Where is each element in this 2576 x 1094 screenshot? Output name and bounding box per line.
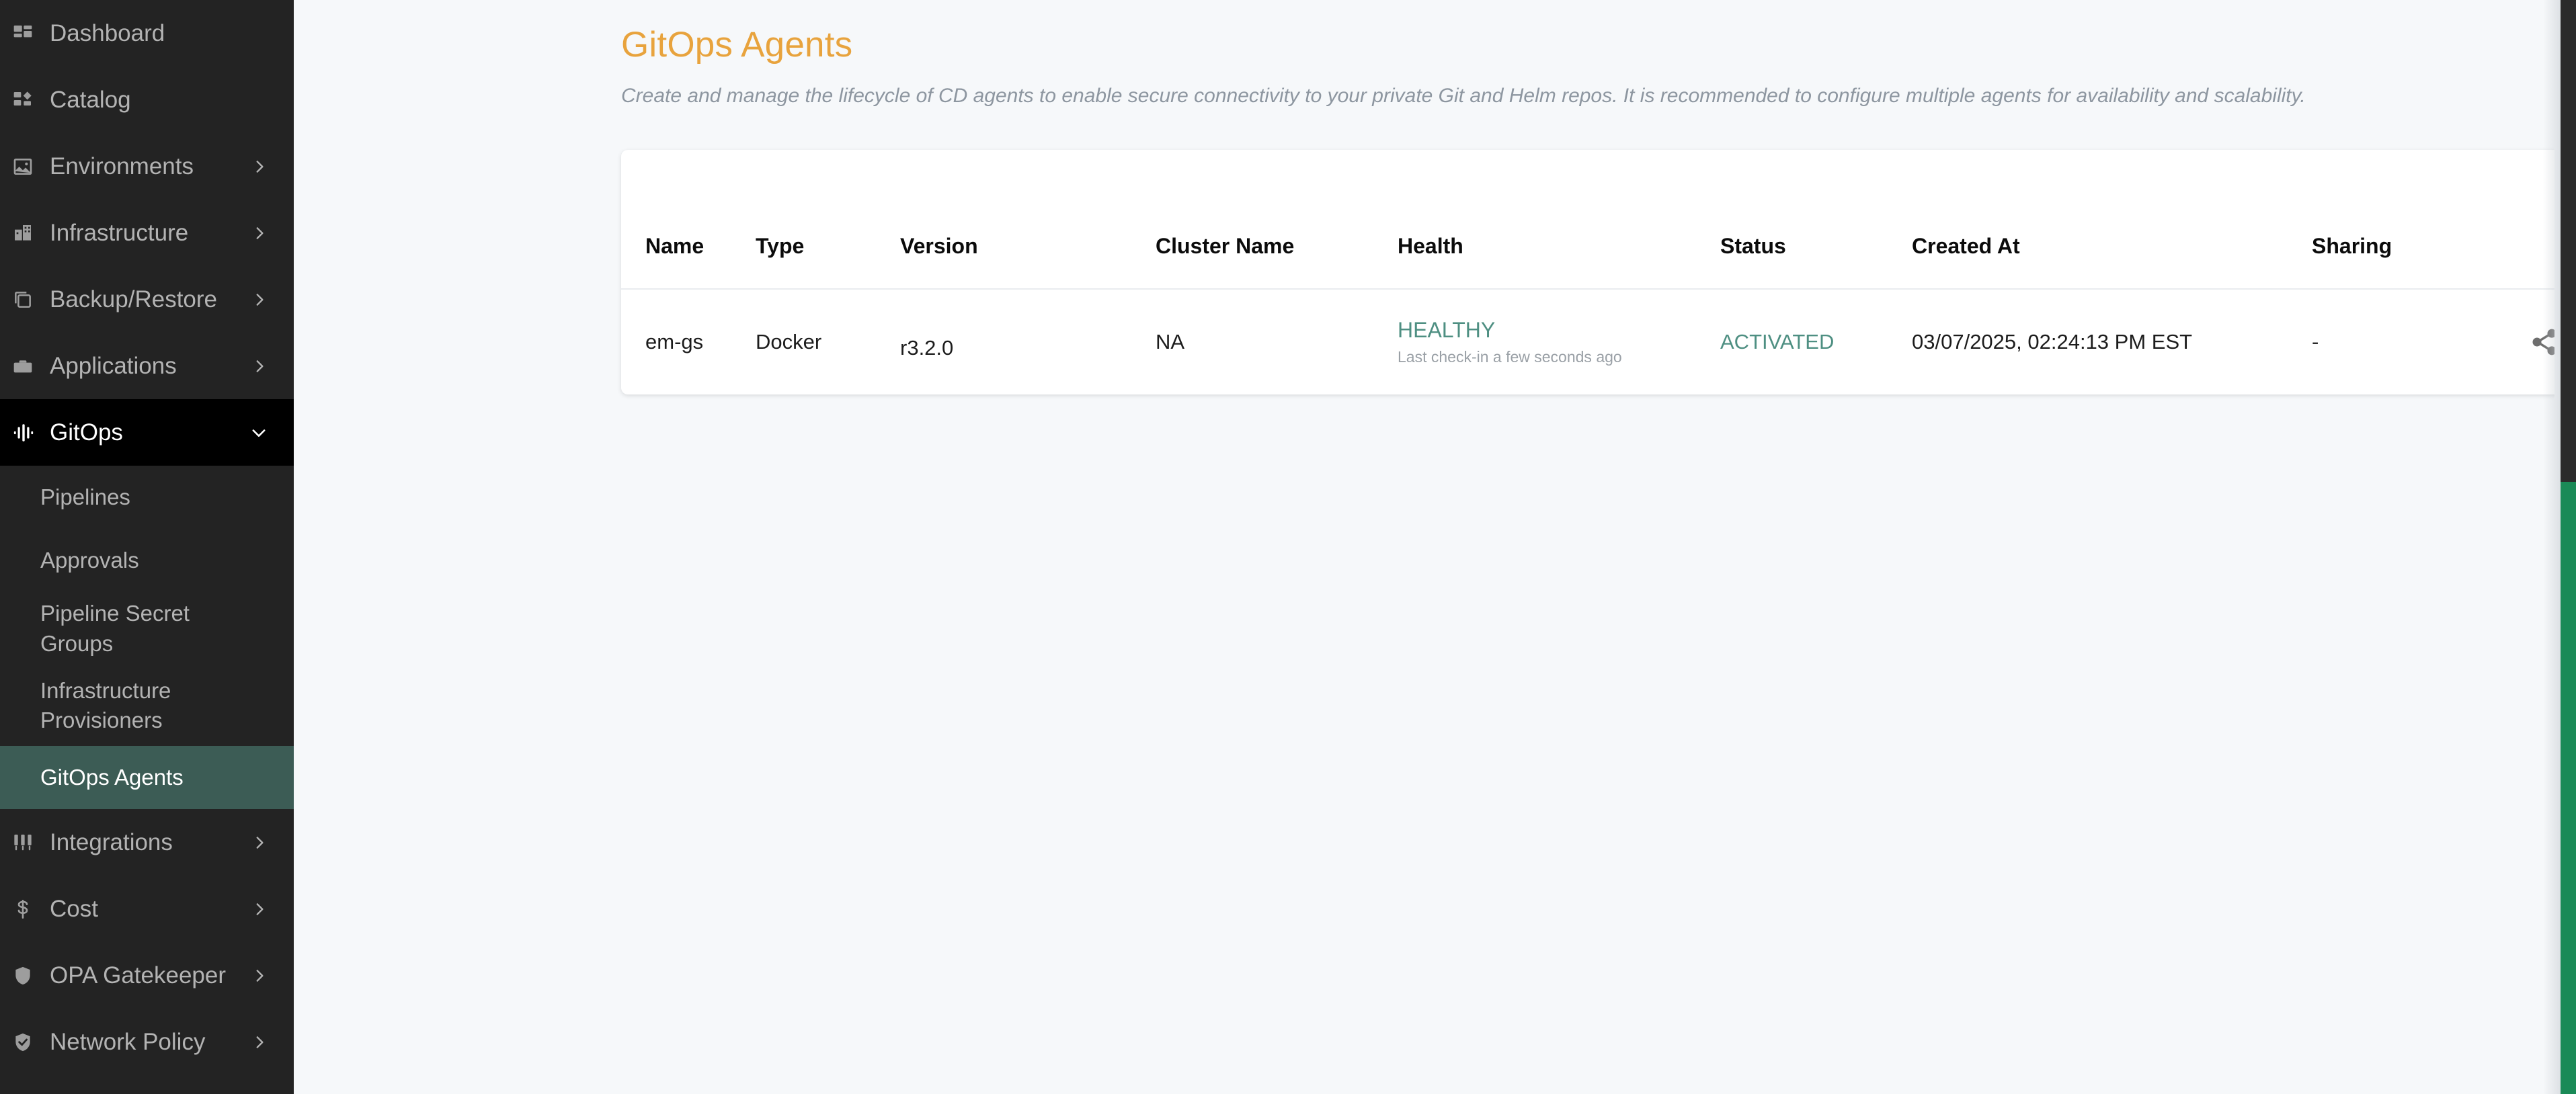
sidebar-item-label: Integrations <box>50 829 173 855</box>
cell-cluster-name: NA <box>1156 330 1185 353</box>
sidebar-item-label: Environments <box>50 153 194 179</box>
sidebar-item-applications[interactable]: Applications <box>0 333 294 399</box>
gitops-icon <box>12 421 50 444</box>
sidebar-item-environments[interactable]: Environments <box>0 133 294 200</box>
chevron-right-icon <box>251 900 268 918</box>
sharing-value: - <box>2312 330 2319 353</box>
infrastructure-icon <box>12 222 50 244</box>
sidebar-item-label: Network Policy <box>50 1028 206 1055</box>
scrollbar-track[interactable] <box>2561 482 2576 1094</box>
rail-shadow <box>2543 0 2561 1094</box>
column-header-status[interactable]: Status <box>1720 234 1912 289</box>
opa-gatekeeper-icon <box>12 965 50 986</box>
sidebar-item-infrastructure[interactable]: Infrastructure <box>0 200 294 266</box>
agents-table: Name Type Version Cluster Name Health St… <box>621 234 2576 394</box>
cell-status: ACTIVATED <box>1720 289 1912 394</box>
column-header-version[interactable]: Version <box>900 234 1156 289</box>
app-root: Dashboard Catalog Environments Infrastru… <box>0 0 2576 1094</box>
sidebar-item-integrations[interactable]: Integrations <box>0 809 294 876</box>
sidebar-item-label: Applications <box>50 352 177 379</box>
sidebar: Dashboard Catalog Environments Infrastru… <box>0 0 294 1094</box>
agents-table-head: Name Type Version Cluster Name Health St… <box>621 234 2576 289</box>
agents-card: + New Agent Name Type Version Cluster Na… <box>621 150 2576 394</box>
sidebar-item-label: Catalog <box>50 86 131 113</box>
sidebar-item-pipelines[interactable]: Pipelines <box>0 466 294 529</box>
cell-created-at: 03/07/2025, 02:24:13 PM EST <box>1912 330 2193 353</box>
backup-restore-icon <box>12 289 50 310</box>
column-header-created-at[interactable]: Created At <box>1912 234 2312 289</box>
dashboard-icon <box>12 23 50 44</box>
sidebar-item-network-policy[interactable]: Network Policy <box>0 1009 294 1075</box>
cell-health: HEALTHY Last check-in a few seconds ago <box>1398 289 1720 394</box>
sidebar-item-label: OPA Gatekeeper <box>50 962 227 988</box>
chevron-right-icon <box>251 158 268 175</box>
page-title: GitOps Agents <box>621 25 853 65</box>
health-status-label: HEALTHY <box>1398 318 1496 342</box>
sidebar-subitem-label: Infrastructure Provisioners <box>40 677 171 733</box>
chevron-right-icon <box>251 1034 268 1051</box>
sidebar-subitem-label: Pipelines <box>40 484 130 509</box>
right-scroll-rail <box>2543 0 2576 1094</box>
chevron-right-icon <box>251 291 268 308</box>
sidebar-item-label: GitOps <box>50 419 123 446</box>
column-header-health[interactable]: Health <box>1398 234 1720 289</box>
sidebar-item-dashboard[interactable]: Dashboard <box>0 0 294 67</box>
table-row[interactable]: em-gs Docker r3.2.0 NA HEALTHY Last chec… <box>621 289 2576 394</box>
sidebar-item-backup-restore[interactable]: Backup/Restore <box>0 266 294 333</box>
sidebar-item-gitops-agents[interactable]: GitOps Agents <box>0 746 294 810</box>
sidebar-subitem-label: GitOps Agents <box>40 764 184 790</box>
sidebar-item-pipeline-secret-groups[interactable]: Pipeline Secret Groups <box>0 592 294 665</box>
sidebar-item-catalog[interactable]: Catalog <box>0 67 294 133</box>
card-toolbar: + New Agent <box>621 150 2576 234</box>
table-header-row: Name Type Version Cluster Name Health St… <box>621 234 2576 289</box>
cell-version: r3.2.0 <box>900 289 1156 394</box>
cell-sharing: - <box>2312 289 2534 394</box>
sidebar-item-label: Backup/Restore <box>50 286 218 312</box>
sidebar-subitem-label: Approvals <box>40 547 139 573</box>
sidebar-item-cost[interactable]: Cost <box>0 876 294 942</box>
column-header-sharing[interactable]: Sharing <box>2312 234 2534 289</box>
network-policy-icon <box>12 1032 50 1053</box>
column-header-cluster-name[interactable]: Cluster Name <box>1156 234 1398 289</box>
column-header-name[interactable]: Name <box>621 234 756 289</box>
chevron-right-icon <box>251 224 268 242</box>
agents-table-body: em-gs Docker r3.2.0 NA HEALTHY Last chec… <box>621 289 2576 394</box>
sidebar-item-label: Infrastructure <box>50 219 189 246</box>
catalog-icon <box>12 89 50 111</box>
column-header-type[interactable]: Type <box>756 234 900 289</box>
chevron-right-icon <box>251 357 268 375</box>
sidebar-item-infrastructure-provisioners[interactable]: Infrastructure Provisioners <box>0 665 294 746</box>
environments-icon <box>12 156 50 177</box>
health-last-checkin: Last check-in a few seconds ago <box>1398 348 1622 366</box>
scrollbar-thumb[interactable] <box>2561 0 2576 482</box>
integrations-icon <box>12 832 50 853</box>
version-value: r3.2.0 <box>900 336 954 360</box>
chevron-right-icon <box>251 967 268 984</box>
main-content: GitOps Agents Create and manage the life… <box>294 0 2576 1094</box>
sidebar-item-approvals[interactable]: Approvals <box>0 529 294 592</box>
page-header: GitOps Agents Create and manage the life… <box>621 0 2514 108</box>
sidebar-subitem-label: Pipeline Secret Groups <box>40 601 190 656</box>
sidebar-item-opa-gatekeeper[interactable]: OPA Gatekeeper <box>0 942 294 1009</box>
sidebar-item-label: Dashboard <box>50 19 165 46</box>
applications-icon <box>12 355 50 377</box>
sidebar-item-gitops[interactable]: GitOps <box>0 399 294 466</box>
status-badge: ACTIVATED <box>1720 330 1835 353</box>
cost-icon <box>12 898 50 920</box>
sidebar-item-label: Cost <box>50 895 98 922</box>
page-subtitle: Create and manage the lifecycle of CD ag… <box>621 85 2306 107</box>
cell-name: em-gs <box>645 330 704 353</box>
cell-type: Docker <box>756 330 822 353</box>
chevron-right-icon <box>251 834 268 851</box>
chevron-down-icon <box>249 423 268 442</box>
